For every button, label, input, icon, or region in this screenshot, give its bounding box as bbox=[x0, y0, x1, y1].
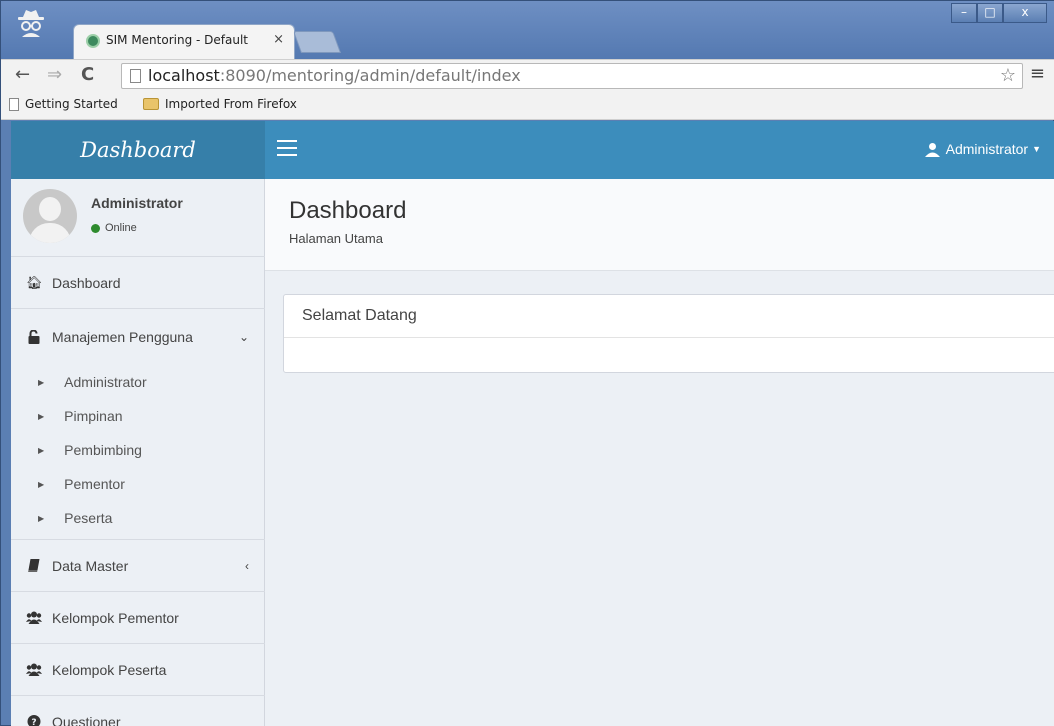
site-favicon-icon bbox=[86, 34, 100, 48]
back-icon[interactable]: ← bbox=[15, 64, 30, 85]
sidebar-item-data-master[interactable]: Data Master ‹ bbox=[11, 540, 265, 592]
caret-right-icon: ▶ bbox=[38, 445, 45, 455]
app-viewport: Dashboard Administrator ▼ Administrator … bbox=[11, 121, 1054, 726]
submenu-item-pembimbing[interactable]: ▶ Pembimbing bbox=[11, 433, 265, 467]
caret-right-icon: ▶ bbox=[38, 377, 45, 387]
new-tab-button[interactable] bbox=[292, 31, 342, 53]
submenu-item-pimpinan[interactable]: ▶ Pimpinan bbox=[11, 399, 265, 433]
browser-toolbar: ← ⇒ C localhost:8090/mentoring/admin/def… bbox=[1, 59, 1054, 91]
bookmark-getting-started[interactable]: Getting Started bbox=[9, 97, 118, 111]
question-icon: ? bbox=[27, 715, 41, 726]
sidebar-item-label: Questioner bbox=[52, 713, 121, 726]
window-controls: – □ x bbox=[951, 3, 1047, 23]
user-dropdown[interactable]: Administrator ▼ bbox=[924, 141, 1041, 157]
page-subtitle: Halaman Utama bbox=[289, 231, 383, 246]
caret-right-icon: ▶ bbox=[38, 411, 45, 421]
bookmark-imported-from-firefox[interactable]: Imported From Firefox bbox=[143, 97, 297, 111]
user-icon bbox=[924, 142, 940, 157]
user-name: Administrator bbox=[91, 195, 183, 211]
maximize-button[interactable]: □ bbox=[977, 3, 1003, 23]
main-content: Dashboard Halaman Utama Selamat Datang bbox=[265, 179, 1054, 726]
address-bar[interactable]: localhost:8090/mentoring/admin/default/i… bbox=[121, 63, 1023, 89]
page-icon bbox=[9, 97, 19, 111]
page-title: Dashboard bbox=[289, 197, 407, 224]
content-header: Dashboard Halaman Utama bbox=[265, 179, 1054, 271]
home-icon: 🏠︎ bbox=[26, 274, 43, 290]
chevron-down-icon: ⌄ bbox=[238, 330, 249, 344]
bookmarks-bar: Getting Started Imported From Firefox bbox=[1, 91, 1054, 120]
book-icon bbox=[28, 559, 40, 572]
user-status: Online bbox=[91, 222, 137, 234]
caret-right-icon: ▶ bbox=[38, 513, 45, 523]
sidebar-item-label: Kelompok Pementor bbox=[52, 609, 179, 626]
sidebar: Administrator Online 🏠︎ Dashboard Manaje… bbox=[11, 179, 265, 726]
sidebar-item-kelompok-pementor[interactable]: Kelompok Pementor bbox=[11, 592, 265, 644]
page-icon bbox=[130, 69, 141, 83]
top-navbar: Administrator ▼ bbox=[265, 121, 1054, 179]
svg-text:?: ? bbox=[31, 718, 36, 726]
avatar bbox=[23, 189, 77, 243]
caret-right-icon: ▶ bbox=[38, 479, 45, 489]
user-panel: Administrator Online bbox=[11, 179, 265, 257]
title-bar: SIM Mentoring - Default × – □ x bbox=[1, 1, 1054, 60]
online-dot-icon bbox=[91, 223, 100, 233]
forward-icon[interactable]: ⇒ bbox=[47, 64, 62, 85]
minimize-button[interactable]: – bbox=[951, 3, 977, 23]
sidebar-item-label: Data Master bbox=[52, 557, 129, 574]
bookmark-star-icon[interactable]: ☆ bbox=[1000, 65, 1016, 86]
submenu-manajemen-pengguna: ▶ Administrator ▶ Pimpinan ▶ Pembimbing ▶ Pe… bbox=[11, 365, 265, 540]
app-logo[interactable]: Dashboard bbox=[11, 121, 265, 179]
users-icon bbox=[26, 663, 42, 676]
sidebar-menu: 🏠︎ Dashboard Manajemen Pengguna ⌄ ▶ Admin… bbox=[11, 257, 265, 726]
sidebar-item-label: Kelompok Peserta bbox=[52, 661, 167, 678]
unlock-icon bbox=[28, 330, 40, 344]
box-title: Selamat Datang bbox=[284, 295, 1054, 338]
close-window-button[interactable]: x bbox=[1003, 3, 1047, 23]
incognito-icon bbox=[18, 10, 44, 37]
sidebar-item-label: Manajemen Pengguna bbox=[52, 329, 193, 345]
sidebar-item-dashboard[interactable]: 🏠︎ Dashboard bbox=[11, 257, 265, 309]
sidebar-item-kelompok-peserta[interactable]: Kelompok Peserta bbox=[11, 644, 265, 696]
browser-tab[interactable]: SIM Mentoring - Default × bbox=[73, 24, 295, 60]
folder-icon bbox=[143, 98, 159, 110]
user-menu-label: Administrator bbox=[945, 141, 1029, 157]
sidebar-item-questioner[interactable]: ? Questioner bbox=[11, 696, 265, 726]
sidebar-item-manajemen-pengguna[interactable]: Manajemen Pengguna ⌄ bbox=[11, 309, 265, 365]
tab-title: SIM Mentoring - Default bbox=[106, 33, 249, 47]
submenu-item-administrator[interactable]: ▶ Administrator bbox=[11, 365, 265, 399]
browser-window: SIM Mentoring - Default × – □ x ← ⇒ C lo… bbox=[0, 0, 1054, 726]
welcome-box: Selamat Datang bbox=[283, 294, 1054, 373]
submenu-item-pementor[interactable]: ▶ Pementor bbox=[11, 467, 265, 501]
sidebar-item-label: Dashboard bbox=[52, 274, 121, 291]
browser-menu-icon[interactable]: ≡ bbox=[1030, 63, 1045, 84]
submenu-item-peserta[interactable]: ▶ Peserta bbox=[11, 501, 265, 535]
users-icon bbox=[26, 611, 42, 624]
url-text: localhost:8090/mentoring/admin/default/i… bbox=[148, 66, 521, 85]
close-tab-icon[interactable]: × bbox=[273, 32, 284, 47]
sidebar-toggle-icon[interactable] bbox=[277, 140, 297, 156]
chevron-left-icon: ‹ bbox=[245, 558, 249, 573]
reload-icon[interactable]: C bbox=[81, 64, 94, 85]
caret-down-icon: ▼ bbox=[1032, 144, 1041, 154]
